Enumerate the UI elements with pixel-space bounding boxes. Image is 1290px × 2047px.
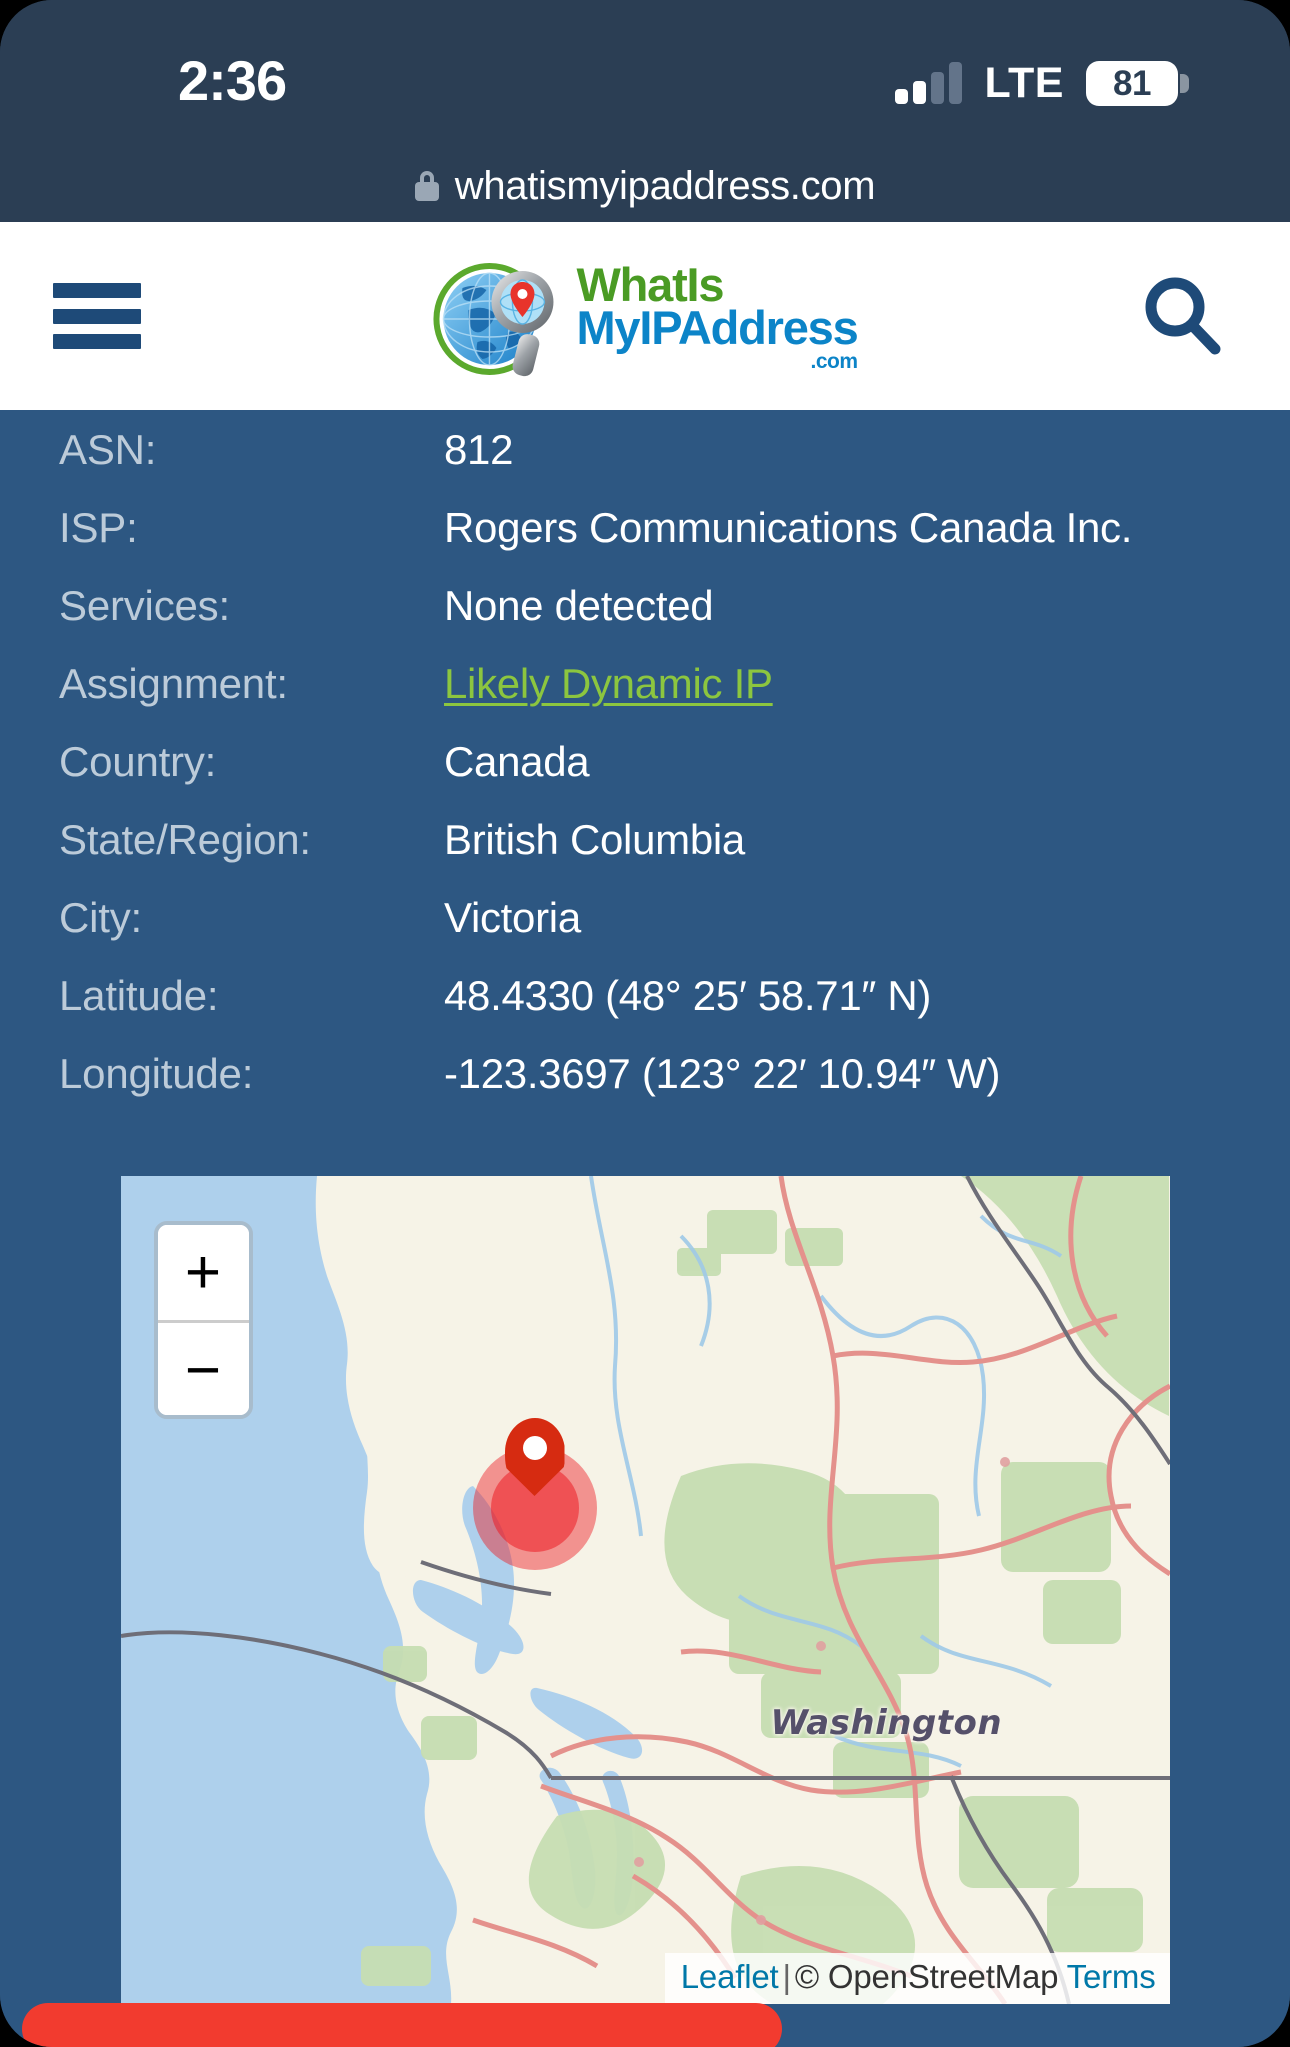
map-attribution: Leaflet | © OpenStreetMap Terms: [664, 1953, 1170, 2004]
battery-cap: [1180, 74, 1189, 93]
table-row: Country: Canada: [0, 738, 1290, 816]
row-value-link-wrap: Likely Dynamic IP: [444, 660, 773, 708]
bottom-cta-button[interactable]: [22, 2003, 782, 2047]
row-value: British Columbia: [444, 816, 745, 863]
hamburger-menu-icon[interactable]: [53, 283, 141, 349]
zoom-in-button[interactable]: +: [157, 1225, 249, 1320]
assignment-link[interactable]: Likely Dynamic IP: [444, 660, 773, 707]
row-label: Services:: [59, 582, 230, 629]
table-row: Longitude: -123.3697 (123° 22′ 10.94″ W): [0, 1050, 1290, 1128]
attribution-separator: |: [782, 1958, 791, 1995]
row-label: Assignment:: [59, 660, 288, 707]
leaflet-link[interactable]: Leaflet: [681, 1958, 779, 1995]
row-label: State/Region:: [59, 816, 311, 863]
main-content: ASN: 812 ISP: Rogers Communications Cana…: [0, 410, 1290, 2047]
status-bar-indicators: LTE 81: [895, 50, 1189, 107]
logo-line-1: WhatIs: [576, 258, 724, 312]
row-label: Latitude:: [59, 972, 219, 1019]
logo-line-2: MyIPAddress: [576, 301, 858, 355]
row-value: Victoria: [444, 894, 581, 941]
site-header: WhatIs MyIPAddress .com: [0, 222, 1290, 410]
row-value: 812: [444, 426, 514, 473]
table-row: Services: None detected: [0, 582, 1290, 660]
row-value: 48.4330 (48° 25′ 58.71″ N): [444, 972, 932, 1019]
table-row: State/Region: British Columbia: [0, 816, 1290, 894]
table-row: Assignment: Likely Dynamic IP: [0, 660, 1290, 738]
table-row: City: Victoria: [0, 894, 1290, 972]
row-label: Longitude:: [59, 1050, 254, 1097]
row-value: Canada: [444, 738, 590, 785]
location-map[interactable]: + − Washington Leaflet | © OpenStreetMap T…: [120, 1176, 1170, 2004]
status-bar: 2:36 LTE 81: [0, 0, 1290, 150]
battery-percent-label: 81: [1113, 63, 1151, 103]
lock-icon: [414, 171, 439, 201]
status-bar-clock: 2:36: [178, 49, 287, 112]
globe-magnifier-icon: [432, 254, 564, 380]
table-row: ISP: Rogers Communications Canada Inc.: [0, 504, 1290, 582]
table-row: ASN: 812: [0, 426, 1290, 504]
terms-link[interactable]: Terms: [1067, 1958, 1156, 1995]
map-tiles: [120, 1176, 1170, 2004]
phone-screen: 2:36 LTE 81 whatismyipaddress.com WhatIs…: [0, 0, 1290, 2047]
row-value: None detected: [444, 582, 714, 629]
logo-line-3: .com: [810, 349, 859, 373]
zoom-out-button[interactable]: −: [157, 1320, 249, 1415]
map-zoom-controls[interactable]: + −: [153, 1221, 253, 1419]
row-value: -123.3697 (123° 22′ 10.94″ W): [444, 1050, 1001, 1097]
row-label: Country:: [59, 738, 217, 785]
row-label: ISP:: [59, 504, 138, 551]
row-label: City:: [59, 894, 143, 941]
row-label: ASN:: [59, 426, 157, 473]
ip-details-table: ASN: 812 ISP: Rogers Communications Cana…: [0, 426, 1290, 1128]
cellular-signal-icon: [895, 62, 963, 104]
site-logo[interactable]: WhatIs MyIPAddress .com: [432, 254, 859, 380]
browser-url-bar[interactable]: whatismyipaddress.com: [0, 150, 1290, 222]
search-icon[interactable]: [1134, 268, 1230, 364]
url-text: whatismyipaddress.com: [454, 163, 876, 208]
network-type-label: LTE: [984, 59, 1064, 107]
row-value: Rogers Communications Canada Inc.: [444, 504, 1133, 551]
openstreetmap-copyright: © OpenStreetMap: [794, 1958, 1059, 1995]
table-row: Latitude: 48.4330 (48° 25′ 58.71″ N): [0, 972, 1290, 1050]
battery-icon: 81: [1086, 61, 1189, 106]
logo-wordmark: WhatIs MyIPAddress .com: [576, 258, 859, 373]
